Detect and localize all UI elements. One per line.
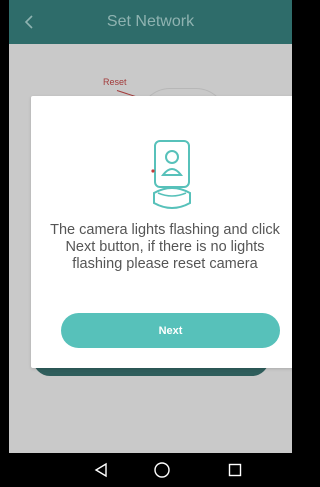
next-button[interactable]: Next	[61, 313, 280, 348]
camera-device-icon	[151, 140, 191, 209]
reset-label: Reset	[103, 77, 127, 87]
nav-home-icon[interactable]	[153, 461, 171, 479]
system-navigation-bar	[9, 453, 292, 487]
back-button[interactable]	[15, 8, 43, 36]
instruction-message: The camera lights flashing and click Nex…	[50, 222, 280, 272]
chevron-left-icon	[24, 15, 33, 29]
page-title: Set Network	[106, 13, 195, 30]
nav-back-icon[interactable]	[93, 462, 109, 478]
instruction-dialog: The camera lights flashing and click Nex…	[31, 96, 292, 368]
app-header: Set Network	[9, 0, 292, 44]
nav-recent-apps-icon[interactable]	[228, 463, 242, 477]
app-screen: Set Network Reset at The camera lights f…	[9, 0, 292, 487]
